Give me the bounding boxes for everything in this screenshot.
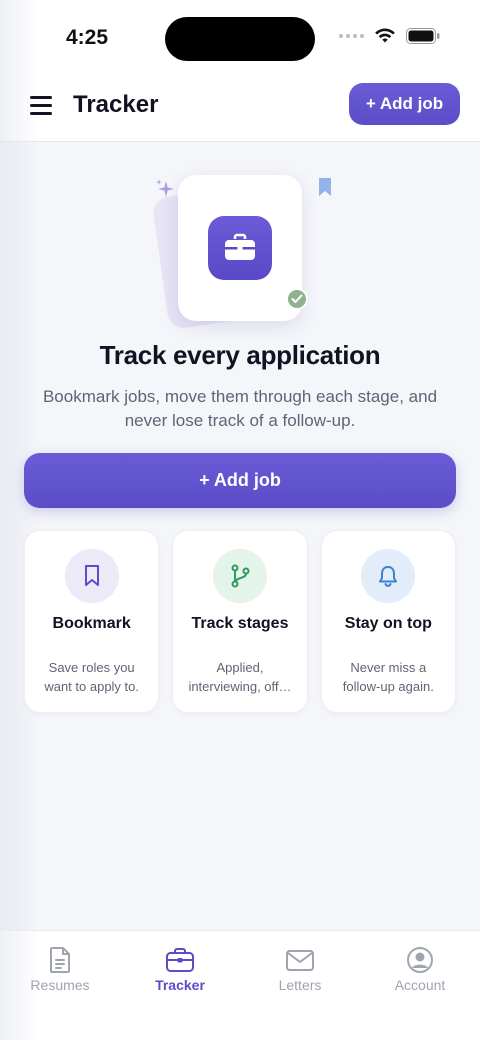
status-icons <box>339 28 440 44</box>
bottom-nav: Resumes Tracker Letters Account <box>0 930 480 1040</box>
status-time: 4:25 <box>66 26 109 49</box>
dynamic-island <box>165 17 315 61</box>
feature-title: Bookmark <box>52 615 131 632</box>
battery-icon <box>406 28 440 44</box>
document-icon <box>50 947 70 973</box>
hero-illustration <box>0 170 480 330</box>
feature-card-stay-on-top: Stay on top Never miss a follow-up again… <box>320 530 456 713</box>
feature-icon-circle <box>361 549 416 603</box>
bookmark-icon <box>84 565 99 586</box>
page-title: Tracker <box>73 91 159 118</box>
feature-description: Save roles you want to apply to. <box>44 660 139 694</box>
hero-briefcase-tile <box>208 216 272 280</box>
empty-state-subtitle: Bookmark jobs, move them through each st… <box>42 387 438 430</box>
nav-item-resumes[interactable]: Resumes <box>0 931 120 1040</box>
hero-card <box>178 175 302 321</box>
nav-item-letters[interactable]: Letters <box>240 931 360 1040</box>
check-icon <box>286 288 308 310</box>
feature-description: Never miss a follow-up again. <box>342 660 434 694</box>
screen: 4:25 Tracker + Add job Track every appli… <box>0 0 480 1040</box>
feature-icon-circle <box>212 549 267 603</box>
feature-title: Track stages <box>191 615 289 632</box>
header-add-job-button[interactable]: + Add job <box>349 83 460 125</box>
branch-icon <box>231 564 250 588</box>
envelope-icon <box>286 950 314 971</box>
feature-card-track-stages: Track stages Applied, interviewing, off… <box>172 530 308 713</box>
status-bar: 4:25 <box>0 0 480 78</box>
bookmark-decoration-icon <box>319 178 331 196</box>
briefcase-icon <box>225 233 255 260</box>
feature-card-bookmark: Bookmark Save roles you want to apply to… <box>24 530 160 713</box>
empty-state-title: Track every application <box>99 340 381 370</box>
wifi-icon <box>375 28 395 43</box>
feature-title: Stay on top <box>344 615 432 632</box>
briefcase-icon <box>166 948 194 972</box>
nav-item-tracker[interactable]: Tracker <box>120 931 240 1040</box>
nav-label: Account <box>394 977 446 993</box>
sparkle-icon <box>156 179 174 197</box>
nav-label: Resumes <box>30 977 90 993</box>
feature-cards: Bookmark Save roles you want to apply to… <box>24 530 456 713</box>
feature-description: Applied, interviewing, off… <box>188 660 292 694</box>
menu-icon[interactable] <box>30 94 54 116</box>
nav-label: Tracker <box>155 977 205 993</box>
nav-label: Letters <box>278 977 322 993</box>
feature-icon-circle <box>64 549 119 603</box>
app-header: Tracker + Add job <box>0 78 480 142</box>
add-job-button[interactable]: + Add job <box>24 453 456 508</box>
nav-item-account[interactable]: Account <box>360 931 480 1040</box>
signal-icon <box>339 34 364 38</box>
bell-icon <box>379 566 398 587</box>
user-circle-icon <box>407 947 433 973</box>
